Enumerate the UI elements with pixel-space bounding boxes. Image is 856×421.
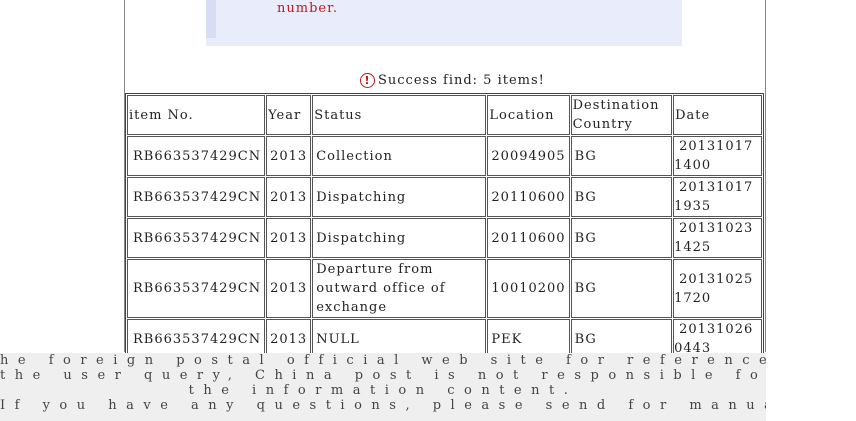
- cell-item-no: RB663537429CN: [127, 177, 266, 217]
- table-row: RB663537429CN 2013 Collection 20094905 B…: [127, 136, 762, 176]
- result-message: ! Success find: 5 items!: [360, 71, 545, 89]
- date-time: 1400: [674, 158, 712, 173]
- date-time: 1935: [674, 199, 712, 214]
- cell-status: Dispatching: [312, 177, 487, 217]
- date-day: 20131017: [679, 139, 754, 154]
- cell-destination: BG: [570, 259, 673, 318]
- date-time: 1720: [674, 290, 712, 306]
- notice-box: number.: [206, 0, 682, 46]
- cell-destination: BG: [570, 177, 673, 217]
- notice-text: number.: [277, 1, 339, 16]
- date-time: 1425: [674, 240, 712, 255]
- notice-accent-bar: [206, 0, 216, 38]
- disclaimer-line: the user query, China post is not respon…: [0, 368, 766, 383]
- cell-status: Departure from outward office of exchang…: [312, 259, 487, 318]
- cell-date: 20131023 1425: [673, 218, 762, 258]
- cell-item-no: RB663537429CN: [127, 259, 266, 318]
- cell-date: 20131017 1400: [673, 136, 762, 176]
- header-destination-country: Destination Country: [570, 95, 673, 135]
- date-day: 20131017: [679, 180, 754, 195]
- table-row: RB663537429CN 2013 Dispatching 20110600 …: [127, 218, 762, 258]
- cell-date: 20131017 1935: [673, 177, 762, 217]
- date-day: 20131023: [679, 221, 754, 236]
- header-item-no: item No.: [127, 95, 266, 135]
- disclaimer-line: the information content.: [188, 383, 578, 398]
- cell-date: 20131025 1720: [673, 259, 762, 318]
- header-location: Location: [487, 95, 570, 135]
- cell-location: 20110600: [487, 177, 570, 217]
- cell-location: 20094905: [487, 136, 570, 176]
- cell-item-no: RB663537429CN: [127, 218, 266, 258]
- cell-year: 2013: [266, 177, 312, 217]
- cell-year: 2013: [266, 259, 312, 318]
- header-status: Status: [312, 95, 487, 135]
- cell-status: Collection: [312, 136, 487, 176]
- cell-year: 2013: [266, 218, 312, 258]
- tracking-table: item No. Year Status Location Destinatio…: [125, 93, 764, 361]
- disclaimer-footer: he foreign postal official web site for …: [0, 353, 766, 421]
- date-day: 20131026: [679, 322, 754, 337]
- cell-status: Dispatching: [312, 218, 487, 258]
- cell-destination: BG: [570, 218, 673, 258]
- header-date: Date: [673, 95, 762, 135]
- table-row: RB663537429CN 2013 Dispatching 20110600 …: [127, 177, 762, 217]
- cell-year: 2013: [266, 136, 312, 176]
- table-row: RB663537429CN 2013 Departure from outwar…: [127, 259, 762, 318]
- cell-location: 10010200: [487, 259, 570, 318]
- header-year: Year: [266, 95, 312, 135]
- date-day: 20131025: [679, 271, 754, 287]
- cell-destination: BG: [570, 136, 673, 176]
- cell-item-no: RB663537429CN: [127, 136, 266, 176]
- cell-location: 20110600: [487, 218, 570, 258]
- disclaimer-line: he foreign postal official web site for …: [0, 353, 766, 368]
- disclaimer-line: If you have any questions, please send f…: [0, 398, 766, 413]
- table-header-row: item No. Year Status Location Destinatio…: [127, 95, 762, 135]
- alert-circle-icon: !: [360, 72, 375, 88]
- result-message-text: Success find: 5 items!: [378, 72, 545, 88]
